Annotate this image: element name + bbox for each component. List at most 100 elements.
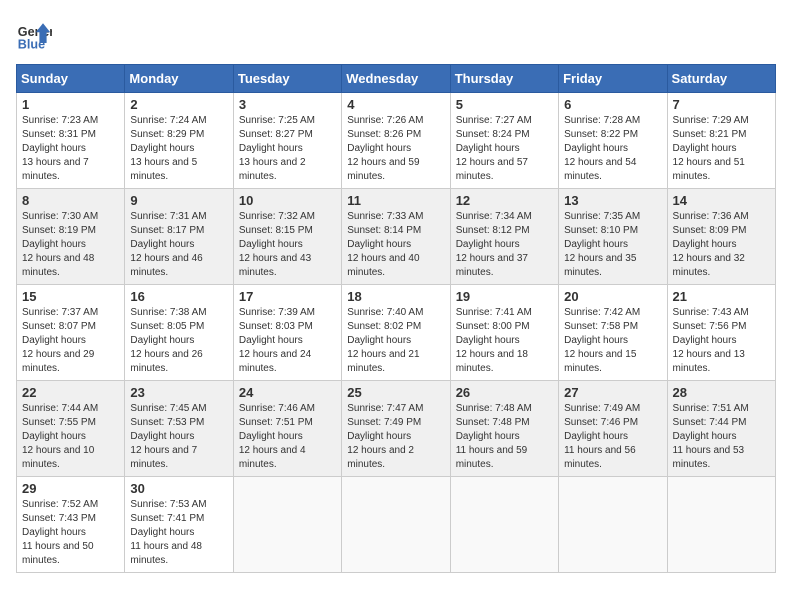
day-info: Sunrise: 7:45 AM Sunset: 7:53 PM Dayligh…: [130, 402, 227, 472]
day-info: Sunrise: 7:48 AM Sunset: 7:48 PM Dayligh…: [456, 402, 553, 472]
calendar-cell: 21 Sunrise: 7:43 AM Sunset: 7:56 PM Dayl…: [667, 285, 775, 381]
day-number: 17: [239, 289, 336, 304]
calendar-cell: 6 Sunrise: 7:28 AM Sunset: 8:22 PM Dayli…: [559, 93, 667, 189]
day-info: Sunrise: 7:35 AM Sunset: 8:10 PM Dayligh…: [564, 210, 661, 280]
day-info: Sunrise: 7:26 AM Sunset: 8:26 PM Dayligh…: [347, 114, 444, 184]
day-info: Sunrise: 7:33 AM Sunset: 8:14 PM Dayligh…: [347, 210, 444, 280]
col-header-monday: Monday: [125, 65, 233, 93]
day-info: Sunrise: 7:27 AM Sunset: 8:24 PM Dayligh…: [456, 114, 553, 184]
calendar-cell: 15 Sunrise: 7:37 AM Sunset: 8:07 PM Dayl…: [17, 285, 125, 381]
day-number: 20: [564, 289, 661, 304]
day-number: 30: [130, 481, 227, 496]
calendar-cell: 8 Sunrise: 7:30 AM Sunset: 8:19 PM Dayli…: [17, 189, 125, 285]
calendar-cell: 29 Sunrise: 7:52 AM Sunset: 7:43 PM Dayl…: [17, 477, 125, 573]
calendar-cell: 26 Sunrise: 7:48 AM Sunset: 7:48 PM Dayl…: [450, 381, 558, 477]
day-info: Sunrise: 7:46 AM Sunset: 7:51 PM Dayligh…: [239, 402, 336, 472]
day-number: 16: [130, 289, 227, 304]
day-number: 23: [130, 385, 227, 400]
day-number: 21: [673, 289, 770, 304]
calendar-cell: [667, 477, 775, 573]
day-number: 25: [347, 385, 444, 400]
day-info: Sunrise: 7:31 AM Sunset: 8:17 PM Dayligh…: [130, 210, 227, 280]
calendar-cell: 16 Sunrise: 7:38 AM Sunset: 8:05 PM Dayl…: [125, 285, 233, 381]
logo-icon: General Blue: [16, 16, 52, 52]
day-info: Sunrise: 7:36 AM Sunset: 8:09 PM Dayligh…: [673, 210, 770, 280]
calendar-cell: 28 Sunrise: 7:51 AM Sunset: 7:44 PM Dayl…: [667, 381, 775, 477]
page-header: General Blue: [16, 16, 776, 52]
day-info: Sunrise: 7:41 AM Sunset: 8:00 PM Dayligh…: [456, 306, 553, 376]
calendar-cell: 25 Sunrise: 7:47 AM Sunset: 7:49 PM Dayl…: [342, 381, 450, 477]
day-number: 5: [456, 97, 553, 112]
day-info: Sunrise: 7:34 AM Sunset: 8:12 PM Dayligh…: [456, 210, 553, 280]
day-info: Sunrise: 7:51 AM Sunset: 7:44 PM Dayligh…: [673, 402, 770, 472]
day-number: 1: [22, 97, 119, 112]
col-header-sunday: Sunday: [17, 65, 125, 93]
calendar-cell: [342, 477, 450, 573]
calendar-cell: 12 Sunrise: 7:34 AM Sunset: 8:12 PM Dayl…: [450, 189, 558, 285]
calendar-cell: 19 Sunrise: 7:41 AM Sunset: 8:00 PM Dayl…: [450, 285, 558, 381]
day-number: 12: [456, 193, 553, 208]
day-info: Sunrise: 7:42 AM Sunset: 7:58 PM Dayligh…: [564, 306, 661, 376]
day-number: 6: [564, 97, 661, 112]
day-number: 2: [130, 97, 227, 112]
col-header-saturday: Saturday: [667, 65, 775, 93]
calendar-cell: 23 Sunrise: 7:45 AM Sunset: 7:53 PM Dayl…: [125, 381, 233, 477]
day-info: Sunrise: 7:38 AM Sunset: 8:05 PM Dayligh…: [130, 306, 227, 376]
col-header-friday: Friday: [559, 65, 667, 93]
day-number: 29: [22, 481, 119, 496]
day-number: 3: [239, 97, 336, 112]
day-number: 13: [564, 193, 661, 208]
day-info: Sunrise: 7:49 AM Sunset: 7:46 PM Dayligh…: [564, 402, 661, 472]
day-number: 4: [347, 97, 444, 112]
day-number: 15: [22, 289, 119, 304]
day-number: 27: [564, 385, 661, 400]
day-number: 19: [456, 289, 553, 304]
calendar-cell: [450, 477, 558, 573]
day-number: 22: [22, 385, 119, 400]
calendar-cell: 30 Sunrise: 7:53 AM Sunset: 7:41 PM Dayl…: [125, 477, 233, 573]
calendar-cell: 27 Sunrise: 7:49 AM Sunset: 7:46 PM Dayl…: [559, 381, 667, 477]
calendar-cell: 7 Sunrise: 7:29 AM Sunset: 8:21 PM Dayli…: [667, 93, 775, 189]
day-number: 26: [456, 385, 553, 400]
day-info: Sunrise: 7:25 AM Sunset: 8:27 PM Dayligh…: [239, 114, 336, 184]
calendar-cell: 11 Sunrise: 7:33 AM Sunset: 8:14 PM Dayl…: [342, 189, 450, 285]
calendar-cell: 14 Sunrise: 7:36 AM Sunset: 8:09 PM Dayl…: [667, 189, 775, 285]
day-info: Sunrise: 7:44 AM Sunset: 7:55 PM Dayligh…: [22, 402, 119, 472]
calendar-cell: [233, 477, 341, 573]
day-info: Sunrise: 7:47 AM Sunset: 7:49 PM Dayligh…: [347, 402, 444, 472]
calendar-cell: 20 Sunrise: 7:42 AM Sunset: 7:58 PM Dayl…: [559, 285, 667, 381]
day-info: Sunrise: 7:43 AM Sunset: 7:56 PM Dayligh…: [673, 306, 770, 376]
day-info: Sunrise: 7:39 AM Sunset: 8:03 PM Dayligh…: [239, 306, 336, 376]
calendar-table: SundayMondayTuesdayWednesdayThursdayFrid…: [16, 64, 776, 573]
day-number: 14: [673, 193, 770, 208]
day-info: Sunrise: 7:30 AM Sunset: 8:19 PM Dayligh…: [22, 210, 119, 280]
calendar-cell: 1 Sunrise: 7:23 AM Sunset: 8:31 PM Dayli…: [17, 93, 125, 189]
col-header-tuesday: Tuesday: [233, 65, 341, 93]
calendar-cell: 9 Sunrise: 7:31 AM Sunset: 8:17 PM Dayli…: [125, 189, 233, 285]
calendar-cell: 22 Sunrise: 7:44 AM Sunset: 7:55 PM Dayl…: [17, 381, 125, 477]
calendar-cell: 4 Sunrise: 7:26 AM Sunset: 8:26 PM Dayli…: [342, 93, 450, 189]
day-info: Sunrise: 7:32 AM Sunset: 8:15 PM Dayligh…: [239, 210, 336, 280]
logo: General Blue: [16, 16, 58, 52]
calendar-cell: 5 Sunrise: 7:27 AM Sunset: 8:24 PM Dayli…: [450, 93, 558, 189]
day-number: 9: [130, 193, 227, 208]
day-number: 10: [239, 193, 336, 208]
calendar-cell: 13 Sunrise: 7:35 AM Sunset: 8:10 PM Dayl…: [559, 189, 667, 285]
day-info: Sunrise: 7:52 AM Sunset: 7:43 PM Dayligh…: [22, 498, 119, 568]
calendar-cell: 2 Sunrise: 7:24 AM Sunset: 8:29 PM Dayli…: [125, 93, 233, 189]
day-info: Sunrise: 7:40 AM Sunset: 8:02 PM Dayligh…: [347, 306, 444, 376]
calendar-cell: 18 Sunrise: 7:40 AM Sunset: 8:02 PM Dayl…: [342, 285, 450, 381]
day-number: 24: [239, 385, 336, 400]
day-number: 8: [22, 193, 119, 208]
col-header-thursday: Thursday: [450, 65, 558, 93]
calendar-cell: 10 Sunrise: 7:32 AM Sunset: 8:15 PM Dayl…: [233, 189, 341, 285]
day-info: Sunrise: 7:37 AM Sunset: 8:07 PM Dayligh…: [22, 306, 119, 376]
col-header-wednesday: Wednesday: [342, 65, 450, 93]
day-info: Sunrise: 7:28 AM Sunset: 8:22 PM Dayligh…: [564, 114, 661, 184]
day-number: 7: [673, 97, 770, 112]
calendar-cell: 3 Sunrise: 7:25 AM Sunset: 8:27 PM Dayli…: [233, 93, 341, 189]
day-info: Sunrise: 7:53 AM Sunset: 7:41 PM Dayligh…: [130, 498, 227, 568]
calendar-cell: 24 Sunrise: 7:46 AM Sunset: 7:51 PM Dayl…: [233, 381, 341, 477]
day-info: Sunrise: 7:29 AM Sunset: 8:21 PM Dayligh…: [673, 114, 770, 184]
day-info: Sunrise: 7:23 AM Sunset: 8:31 PM Dayligh…: [22, 114, 119, 184]
